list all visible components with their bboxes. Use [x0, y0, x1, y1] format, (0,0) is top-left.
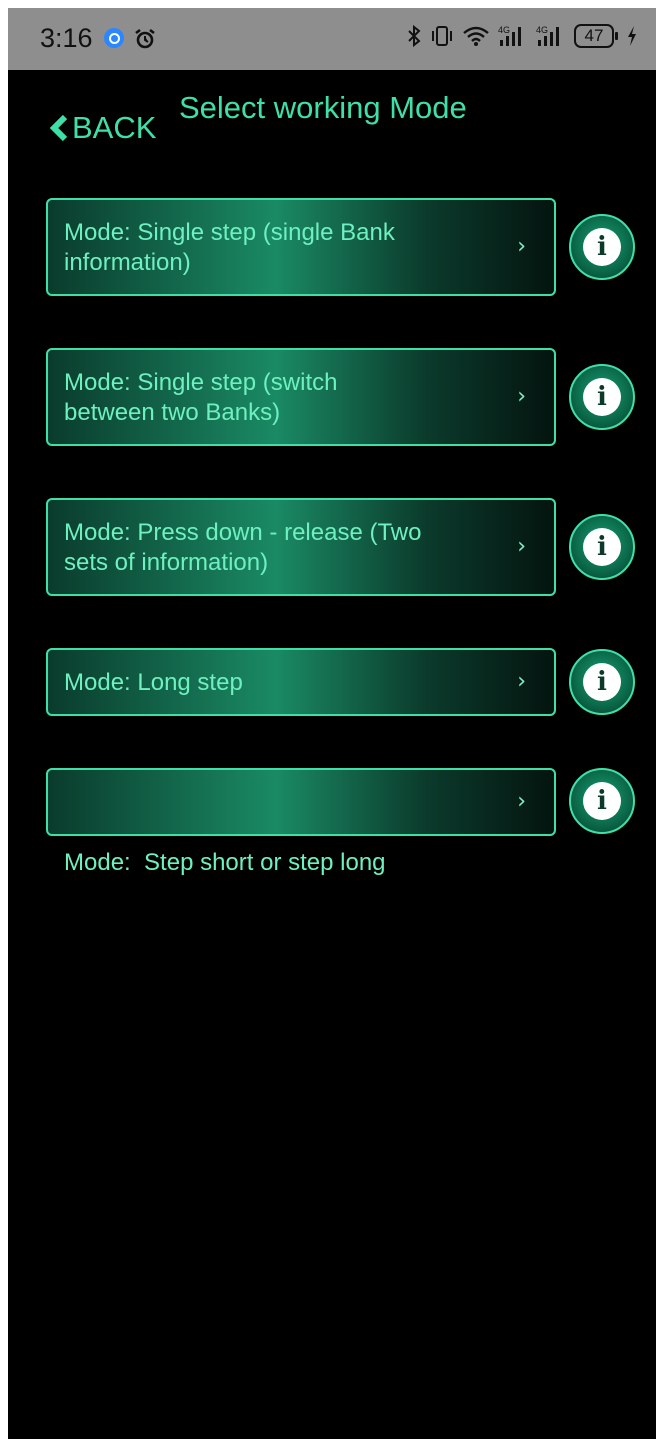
vibrate-icon: [432, 26, 452, 46]
info-glyph: i: [597, 786, 607, 816]
info-icon: i: [583, 378, 621, 416]
mode-label: Mode: Long step: [64, 668, 494, 698]
info-glyph: i: [597, 667, 607, 697]
chevron-right-icon: ›: [517, 669, 526, 694]
signal-4g-icon: 4G: [498, 25, 521, 46]
mode-label-line: Mode: Long step: [64, 669, 243, 696]
mode-3-info-button[interactable]: i: [569, 514, 635, 580]
chevron-right-icon: ›: [517, 384, 526, 409]
mode-label-line: Mode: Press down - release (Two: [64, 519, 422, 546]
info-icon: i: [583, 782, 621, 820]
status-bar: 3:16 4G 4G 47: [8, 8, 656, 70]
mode-label: Mode: Step short or step long: [64, 788, 494, 938]
mode-label-line: Mode: Step short or step long: [64, 849, 386, 876]
app-screen: 3:16 4G 4G 47 BACK Select working Mode M…: [8, 8, 656, 1439]
mode-label-line: sets of information): [64, 549, 269, 576]
charging-icon: [628, 26, 636, 46]
page-title: Select working Mode: [179, 90, 467, 125]
mode-4-info-button[interactable]: i: [569, 649, 635, 715]
mode-label-line: information): [64, 249, 191, 276]
mode-5-info-button[interactable]: i: [569, 768, 635, 834]
mode-2-info-button[interactable]: i: [569, 364, 635, 430]
battery-icon: 47: [574, 24, 618, 48]
mode-label: Mode: Single step (switch between two Ba…: [64, 368, 494, 428]
info-icon: i: [583, 663, 621, 701]
alarm-icon: [135, 28, 155, 49]
svg-text:4G: 4G: [498, 25, 510, 35]
mode-step-short-or-long-button[interactable]: Mode: Step short or step long ›: [46, 768, 556, 876]
mode-single-step-two-banks-button[interactable]: Mode: Single step (switch between two Ba…: [46, 348, 556, 446]
wifi-icon: [463, 26, 489, 46]
mode-label: Mode: Press down - release (Two sets of …: [64, 518, 494, 578]
mode-label-line: Mode: Single step (single Bank: [64, 219, 395, 246]
info-icon: i: [583, 228, 621, 266]
chevron-right-icon: ›: [517, 534, 526, 559]
mode-label-line: between two Banks): [64, 399, 281, 426]
mode-single-step-single-bank-button[interactable]: Mode: Single step (single Bank informati…: [46, 198, 556, 296]
bluetooth-icon: [408, 24, 421, 48]
mode-label-line: Mode: Single step (switch: [64, 369, 338, 396]
info-glyph: i: [597, 232, 607, 262]
mode-1-info-button[interactable]: i: [569, 214, 635, 280]
status-time: 3:16: [40, 23, 93, 53]
mode-press-down-release-button[interactable]: Mode: Press down - release (Two sets of …: [46, 498, 556, 596]
mode-label: Mode: Single step (single Bank informati…: [64, 218, 494, 278]
info-glyph: i: [597, 382, 607, 412]
battery-level: 47: [574, 24, 614, 48]
chevron-right-icon: ›: [517, 789, 526, 814]
info-icon: i: [583, 528, 621, 566]
signal-4g-icon: 4G: [536, 25, 559, 46]
back-button[interactable]: BACK: [48, 110, 156, 146]
chevron-left-icon: [49, 114, 68, 142]
chevron-right-icon: ›: [517, 234, 526, 259]
info-glyph: i: [597, 532, 607, 562]
search-badge-icon: [104, 28, 124, 48]
back-label: BACK: [72, 110, 157, 145]
svg-text:4G: 4G: [536, 25, 548, 35]
mode-long-step-button[interactable]: Mode: Long step ›: [46, 648, 556, 716]
